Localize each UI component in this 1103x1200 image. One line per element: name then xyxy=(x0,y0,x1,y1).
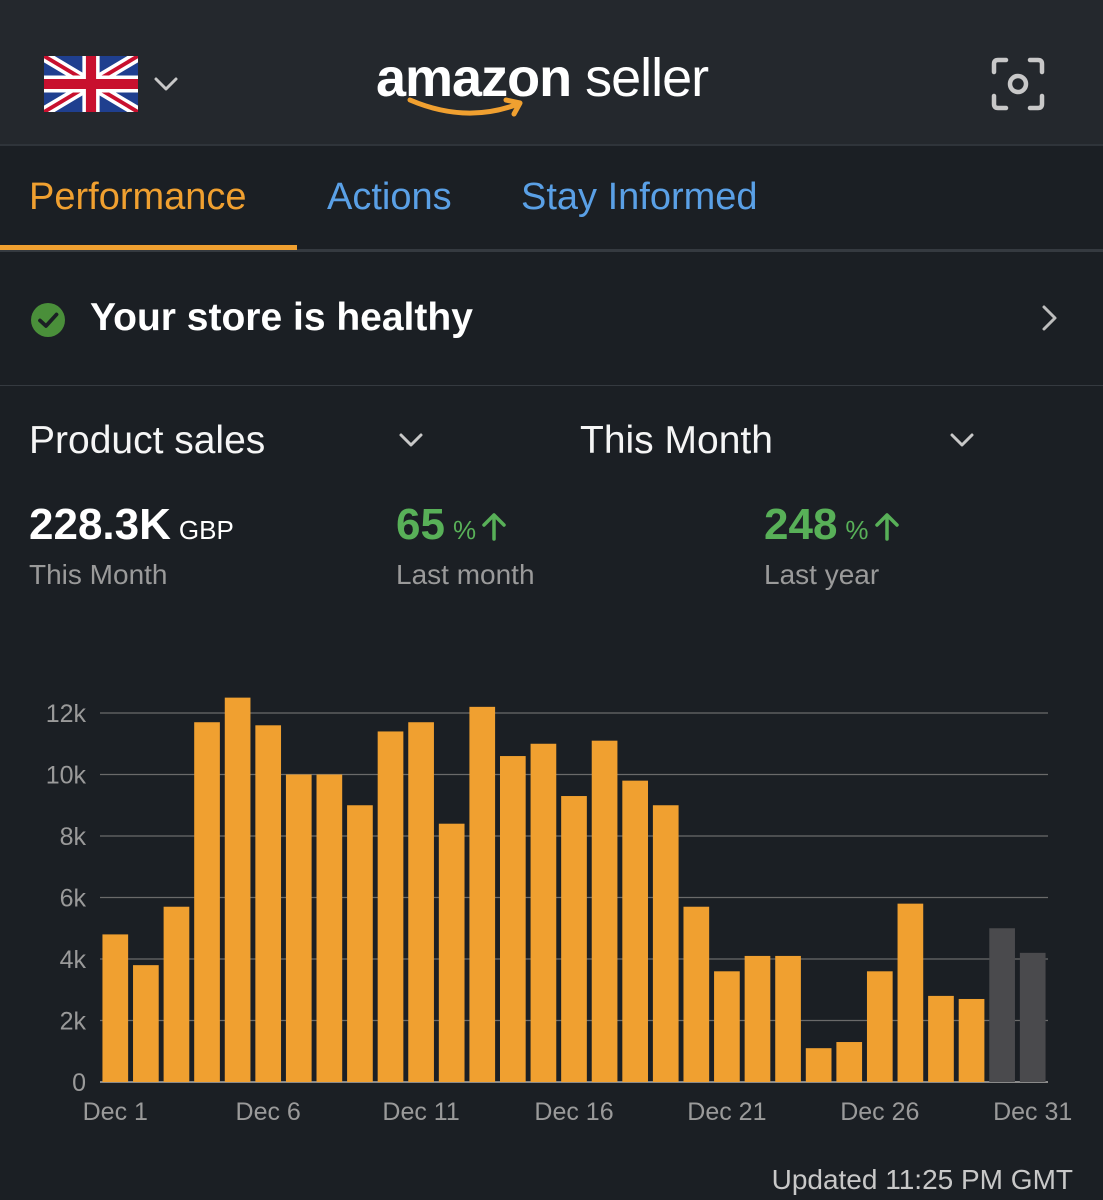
check-circle-icon xyxy=(31,303,65,337)
metric-total-sales: 228.3K GBP This Month xyxy=(29,498,234,598)
bar xyxy=(775,955,801,1082)
bar xyxy=(989,928,1015,1082)
bar xyxy=(805,1048,832,1082)
top-bar: amazon seller xyxy=(0,0,1103,146)
bar xyxy=(102,934,129,1082)
country-selector[interactable] xyxy=(44,56,184,112)
uk-flag-icon xyxy=(44,56,138,112)
bar xyxy=(866,971,893,1082)
x-tick-label: Dec 1 xyxy=(83,1098,148,1126)
bar xyxy=(347,805,373,1082)
y-tick-label: 12k xyxy=(46,700,87,728)
active-tab-indicator xyxy=(0,245,297,250)
y-tick-label: 10k xyxy=(46,762,87,790)
y-tick-label: 4k xyxy=(60,946,87,974)
bar xyxy=(163,906,190,1082)
bar xyxy=(591,740,618,1082)
x-tick-label: Dec 26 xyxy=(840,1098,919,1126)
x-tick-label: Dec 16 xyxy=(534,1098,613,1126)
metric-dropdown-label: Product sales xyxy=(29,419,266,462)
x-tick-label: Dec 11 xyxy=(382,1098,459,1126)
bar xyxy=(530,743,557,1082)
currency-unit: GBP xyxy=(178,515,234,545)
arrow-up-icon xyxy=(482,513,506,541)
last-year-label: Last year xyxy=(764,559,880,590)
y-tick-label: 0 xyxy=(72,1069,86,1097)
tab-stay-informed[interactable]: Stay Informed xyxy=(521,174,758,220)
percent-unit: % xyxy=(845,515,869,545)
bar xyxy=(499,756,526,1082)
bar xyxy=(836,1042,863,1082)
bar xyxy=(744,955,771,1082)
daily-sales-bar-chart: 0 2k 4k 6k 8k 10k 12k Dec 1 Dec 6 Dec 11 Dec 16 Dec… xyxy=(46,697,1072,1126)
chevron-down-icon xyxy=(950,433,974,447)
x-tick-label: Dec 21 xyxy=(687,1098,766,1126)
y-tick-label: 2k xyxy=(60,1008,87,1036)
y-tick-label: 6k xyxy=(60,885,87,913)
chevron-right-icon xyxy=(1042,305,1057,331)
tab-actions[interactable]: Actions xyxy=(327,174,452,220)
bar xyxy=(377,731,404,1082)
store-health-text: Your store is healthy xyxy=(90,296,473,339)
bar xyxy=(561,796,587,1082)
bar xyxy=(133,965,159,1082)
last-month-label: Last month xyxy=(396,559,535,590)
chevron-down-icon xyxy=(399,433,423,447)
percent-unit: % xyxy=(452,515,477,545)
period-dropdown[interactable]: This Month xyxy=(580,418,980,468)
bar xyxy=(928,995,954,1082)
last-year-change-value: 248 xyxy=(764,500,838,549)
x-tick-label: Dec 31 xyxy=(993,1098,1072,1126)
bar xyxy=(224,697,251,1082)
tab-performance[interactable]: Performance xyxy=(29,174,247,220)
bar xyxy=(255,725,282,1082)
last-month-change-value: 65 xyxy=(396,500,445,549)
arrow-up-icon xyxy=(874,513,899,541)
last-updated-text: Updated 11:25 PM GMT xyxy=(771,1164,1073,1195)
bar xyxy=(408,722,434,1082)
store-health-row[interactable]: Your store is healthy xyxy=(0,253,1103,386)
metric-vs-last-month: 65% Last month xyxy=(396,498,535,598)
tab-bar: Performance Actions Stay Informed xyxy=(0,148,1103,252)
bar xyxy=(1019,952,1046,1082)
bar xyxy=(194,722,220,1082)
smile-arrow-icon xyxy=(407,97,523,117)
bar xyxy=(285,774,312,1082)
bar xyxy=(622,780,649,1082)
total-sales-label: This Month xyxy=(29,559,168,590)
y-tick-label: 8k xyxy=(60,823,87,851)
bar xyxy=(714,971,740,1082)
bar xyxy=(652,805,679,1082)
bar xyxy=(897,903,924,1082)
amazon-seller-logo: amazon seller xyxy=(376,46,736,126)
metric-dropdown[interactable]: Product sales xyxy=(29,418,429,468)
bar xyxy=(316,774,343,1082)
total-sales-value: 228.3K xyxy=(29,500,171,549)
bar xyxy=(958,998,985,1082)
x-tick-label: Dec 6 xyxy=(236,1098,301,1126)
period-dropdown-label: This Month xyxy=(580,419,773,462)
metric-vs-last-year: 248% Last year xyxy=(764,498,901,598)
bar xyxy=(683,906,710,1082)
chevron-down-icon xyxy=(154,77,178,91)
camera-scan-icon[interactable] xyxy=(990,56,1046,112)
bar xyxy=(469,706,496,1082)
bar xyxy=(438,823,465,1082)
